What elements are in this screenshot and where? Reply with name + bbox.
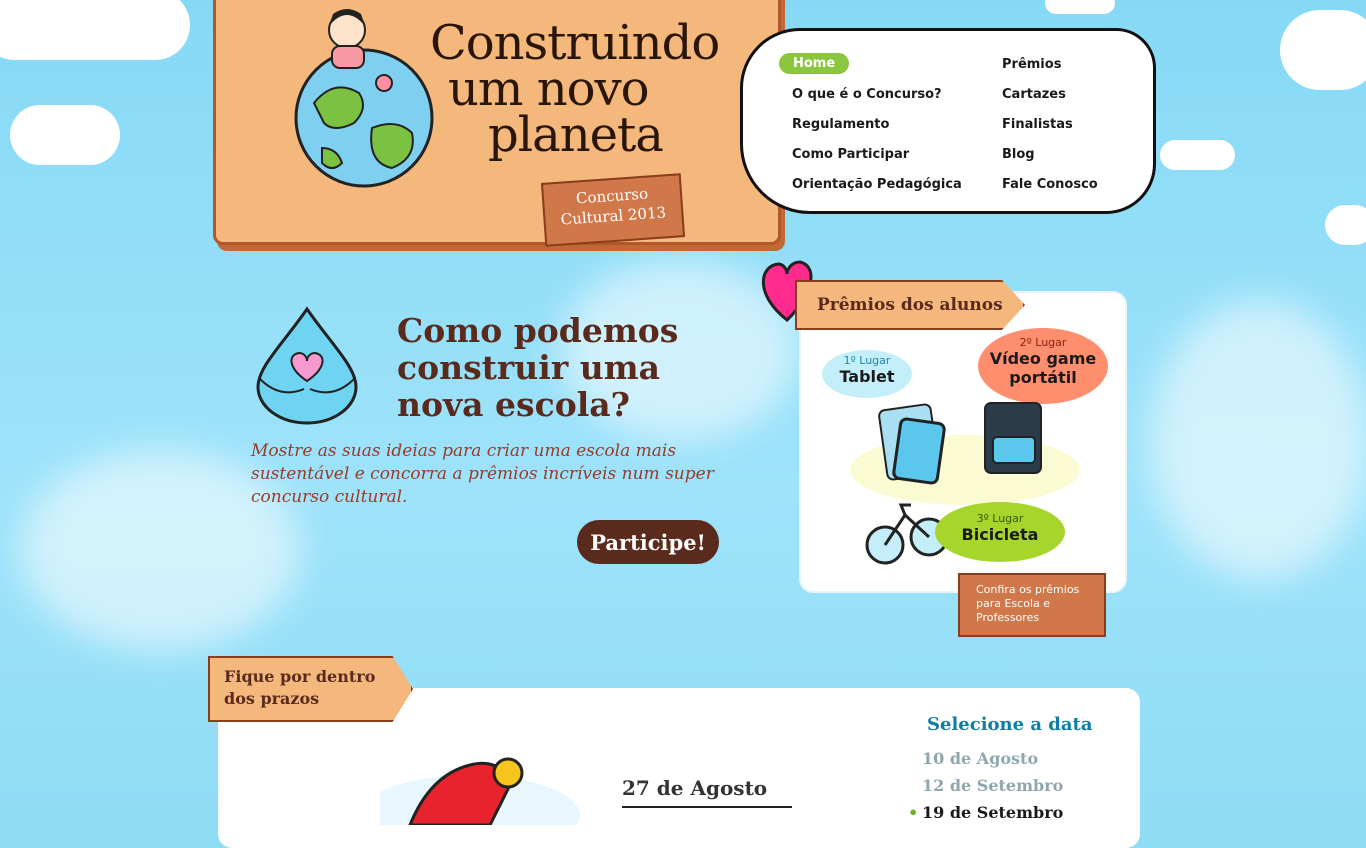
- prize-third-name: Bicicleta: [961, 525, 1039, 544]
- deadlines-title-line: dos prazos: [224, 689, 320, 708]
- select-date-label: Selecione a data: [927, 714, 1093, 735]
- hero-title: Como podemos construir uma nova escola?: [397, 311, 679, 424]
- menu-item-blog[interactable]: Blog: [1002, 147, 1035, 162]
- prize-first-bubble: 1º Lugar Tablet: [822, 350, 912, 398]
- menu-item-how-to-participate[interactable]: Como Participar: [792, 147, 909, 162]
- menu-item-what-is-contest[interactable]: O que é o Concurso?: [792, 87, 942, 102]
- date-option[interactable]: 12 de Setembro: [922, 776, 1063, 795]
- prize-third-bubble: 3º Lugar Bicicleta: [935, 502, 1065, 562]
- school-teacher-prizes-link[interactable]: Confira os prêmios para Escola e Profess…: [958, 573, 1106, 637]
- menu-item-home[interactable]: Home: [779, 53, 850, 74]
- prize-third-rank: 3º Lugar: [976, 512, 1024, 525]
- soft-cloud-decoration: [1150, 300, 1366, 580]
- logo-title-line: um novo: [448, 61, 650, 117]
- menu-item-rules[interactable]: Regulamento: [792, 117, 889, 132]
- cloud-decoration: [1280, 10, 1366, 90]
- cloud-decoration: [1045, 0, 1115, 14]
- deadlines-sign: Fique por dentro dos prazos: [208, 656, 413, 722]
- menu-item-finalists[interactable]: Finalistas: [1002, 117, 1073, 132]
- cloud-decoration: [10, 105, 120, 165]
- parrot-illustration: [380, 757, 580, 825]
- prize-second-bubble: 2º Lugar Vídeo game portátil: [978, 328, 1108, 404]
- globe-illustration: [294, 9, 434, 188]
- site-logo-title[interactable]: Construindo um novo planeta: [430, 15, 720, 163]
- contest-badge: Concurso Cultural 2013: [540, 173, 686, 247]
- date-option-selected[interactable]: 19 de Setembro: [908, 803, 1063, 822]
- logo-title-line: planeta: [488, 107, 664, 163]
- main-menu: Home O que é o Concurso? Regulamento Com…: [740, 28, 1156, 214]
- prize-second-name: Vídeo game portátil: [989, 349, 1097, 387]
- water-drop-heart-icon: [256, 306, 358, 425]
- hero-description: Mostre as suas ideias para criar uma esc…: [251, 441, 714, 507]
- student-prizes-sign: Prêmios dos alunos: [795, 280, 1025, 330]
- cloud-decoration: [1160, 140, 1235, 170]
- prize-second-rank: 2º Lugar: [1019, 336, 1067, 349]
- menu-item-contact[interactable]: Fale Conosco: [1002, 177, 1098, 192]
- cloud-decoration: [1325, 205, 1366, 245]
- date-option[interactable]: 10 de Agosto: [922, 749, 1038, 768]
- student-prizes-title: Prêmios dos alunos: [817, 295, 1003, 315]
- menu-item-pedagogical-guidance[interactable]: Orientação Pedagógica: [792, 177, 962, 192]
- current-deadline-date: 27 de Agosto: [622, 776, 792, 808]
- participate-button[interactable]: Participe!: [577, 520, 719, 564]
- menu-item-posters[interactable]: Cartazes: [1002, 87, 1066, 102]
- deadlines-title-line: Fique por dentro: [224, 667, 376, 686]
- prize-first-name: Tablet: [839, 367, 895, 386]
- cloud-decoration: [0, 0, 190, 60]
- logo-title-line: Construindo: [430, 15, 720, 71]
- menu-item-prizes[interactable]: Prêmios: [1002, 57, 1061, 72]
- prize-first-rank: 1º Lugar: [843, 354, 891, 367]
